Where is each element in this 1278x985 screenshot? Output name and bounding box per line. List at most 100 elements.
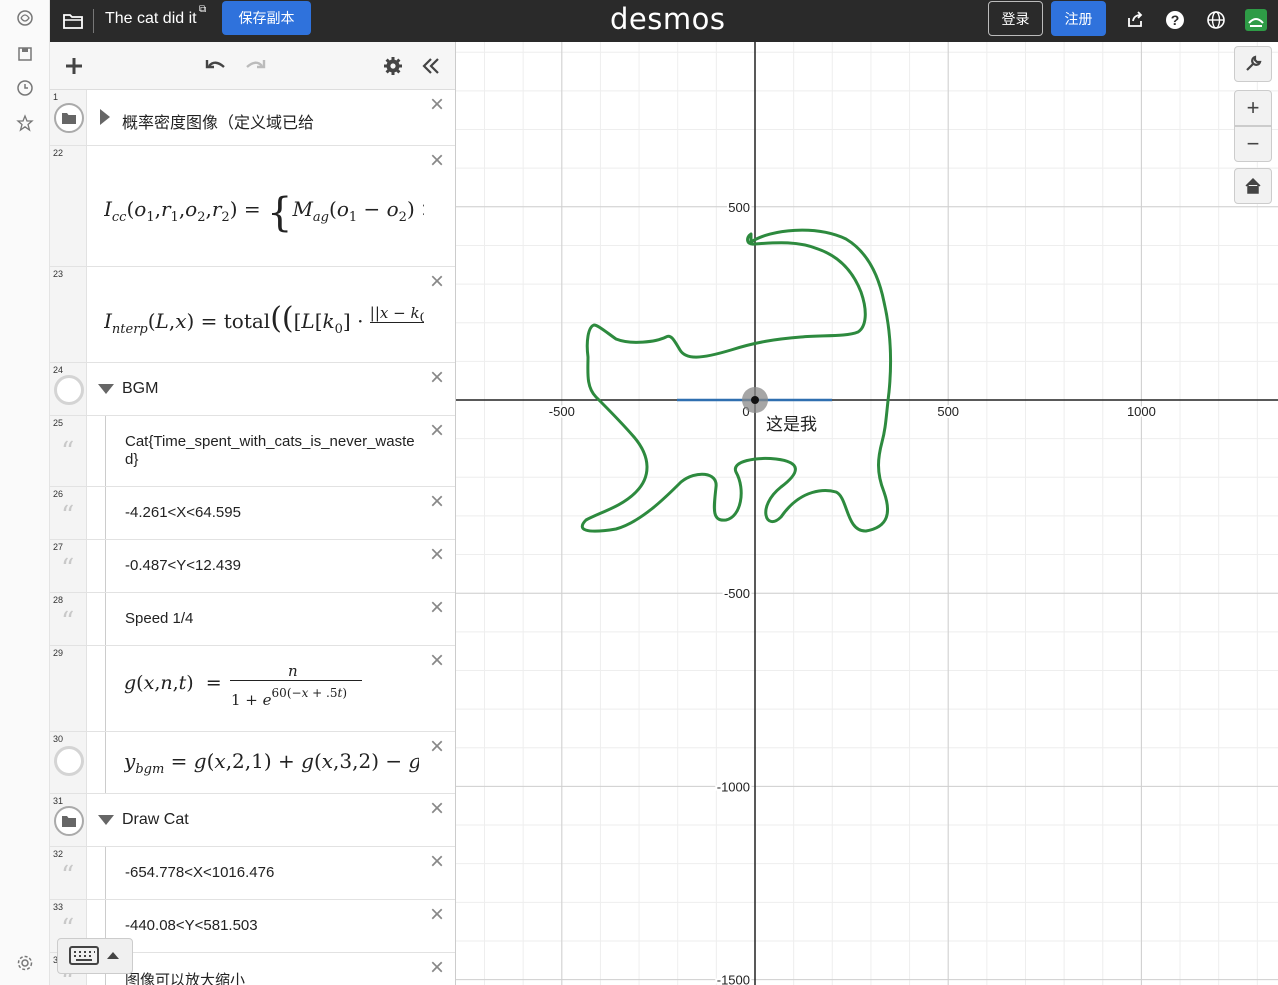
- note-row-26[interactable]: 26 “ -4.261<X<64.595 ×: [50, 487, 455, 540]
- row-gutter: 29: [50, 646, 87, 731]
- keyboard-toggle-button[interactable]: [57, 938, 133, 974]
- expression-row-30[interactable]: 30 ybgm = g(x,2,1) + g(x,3,2) − g(x,3 ×: [50, 732, 455, 794]
- major-gridlines: [456, 42, 1278, 985]
- expression-row-folder-draw-cat[interactable]: 31 Draw Cat ×: [50, 794, 455, 847]
- favorites-star-icon[interactable]: [13, 111, 37, 135]
- folder-toggle-icon[interactable]: [54, 103, 84, 133]
- math-expression-23[interactable]: Interp(L,x) = total(([L[k0] · ||x − k0| …: [104, 301, 424, 337]
- note-row-27[interactable]: 27 “ -0.487<Y<12.439 ×: [50, 540, 455, 593]
- row-number: 27: [53, 542, 64, 552]
- signup-button[interactable]: 注册: [1051, 1, 1106, 36]
- collapse-panel-icon[interactable]: [417, 52, 445, 80]
- note-text[interactable]: -654.778<X<1016.476: [125, 864, 274, 882]
- row-number: 29: [53, 648, 64, 658]
- note-row-25[interactable]: 25 “ Cat{Time_spent_with_cats_is_never_wa…: [50, 416, 455, 487]
- share-icon[interactable]: [1123, 8, 1147, 32]
- delete-item-icon[interactable]: ×: [427, 735, 447, 759]
- save-graph-icon[interactable]: [13, 42, 37, 66]
- settings-gear-icon[interactable]: [13, 951, 37, 975]
- default-view-home-icon[interactable]: [1234, 168, 1272, 204]
- save-copy-button[interactable]: 保存副本: [222, 1, 311, 35]
- note-row-28[interactable]: 28 “ Speed 1/4 ×: [50, 593, 455, 646]
- graph-canvas[interactable]: -500 0 500 1000500-500-1000-1500 这是我: [456, 42, 1278, 985]
- zoom-in-plus-icon[interactable]: +: [1234, 90, 1272, 126]
- undo-icon[interactable]: [202, 52, 230, 80]
- row-number: 23: [53, 269, 64, 279]
- help-icon[interactable]: ?: [1163, 8, 1187, 32]
- zoom-out-minus-icon[interactable]: −: [1234, 126, 1272, 162]
- note-text[interactable]: -4.261<X<64.595: [125, 504, 241, 522]
- x-tick-label: 500: [937, 404, 959, 419]
- note-quote-icon: “: [61, 501, 75, 531]
- row-number: 32: [53, 849, 64, 859]
- note-text[interactable]: Speed 1/4: [125, 610, 193, 628]
- y-tick-label: -500: [724, 586, 750, 601]
- login-button[interactable]: 登录: [988, 1, 1043, 36]
- collapse-folder-icon[interactable]: [98, 815, 114, 825]
- delete-item-icon[interactable]: ×: [427, 956, 447, 980]
- graph-paper[interactable]: -500 0 500 1000 500 -500 -1000 -1500 这是我: [456, 42, 1278, 985]
- math-expression-22[interactable]: Icc(o1,r1,o2,r2) = {Mag(o1 − o2) > r1: [104, 190, 424, 236]
- language-globe-icon[interactable]: [1204, 8, 1228, 32]
- origin-point[interactable]: [751, 396, 759, 404]
- expression-row-29[interactable]: 29 g(x,n,t) = n 1 + e60(−x + .5t) ×: [50, 646, 455, 732]
- history-clock-icon[interactable]: [13, 76, 37, 100]
- delete-item-icon[interactable]: ×: [427, 270, 447, 294]
- y-tick-label: -1500: [717, 973, 750, 985]
- y-tick-label: 500: [728, 200, 750, 215]
- note-text[interactable]: Cat{Time_spent_with_cats_is_never_wasted…: [125, 433, 415, 469]
- note-row-32[interactable]: 32 “ -654.778<X<1016.476 ×: [50, 847, 455, 900]
- expression-row-23[interactable]: 23 Interp(L,x) = total(([L[k0] · ||x − k…: [50, 267, 455, 363]
- svg-text:?: ?: [1171, 12, 1180, 28]
- graph-settings-gear-icon[interactable]: [379, 52, 407, 80]
- folder-label[interactable]: BGM: [122, 380, 158, 398]
- note-text[interactable]: -440.08<Y<581.503: [125, 917, 258, 935]
- folder-label[interactable]: Draw Cat: [122, 811, 189, 829]
- delete-item-icon[interactable]: ×: [427, 596, 447, 620]
- cat-outline-curve[interactable]: [580, 228, 893, 533]
- delete-item-icon[interactable]: ×: [427, 490, 447, 514]
- graph-title[interactable]: The cat did it: [105, 10, 197, 28]
- note-text[interactable]: 图像可以放大缩小: [125, 972, 245, 985]
- note-quote-icon: “: [61, 437, 75, 467]
- note-quote-icon: “: [61, 861, 75, 891]
- ai-assistant-icon[interactable]: [13, 6, 37, 30]
- folder-indent-bar: [105, 487, 106, 539]
- redo-icon[interactable]: [241, 52, 269, 80]
- expression-row-22[interactable]: 22 Icc(o1,r1,o2,r2) = {Mag(o1 − o2) > r1…: [50, 146, 455, 267]
- delete-item-icon[interactable]: ×: [427, 850, 447, 874]
- delete-item-icon[interactable]: ×: [427, 419, 447, 443]
- collapse-folder-icon[interactable]: [98, 384, 114, 394]
- hidden-visibility-circle-icon[interactable]: [54, 375, 84, 405]
- expression-row-folder-1[interactable]: 1 概率密度图像（定义域已给 ×: [50, 90, 455, 146]
- folder-label[interactable]: 概率密度图像（定义域已给: [122, 109, 314, 133]
- folder-indent-bar: [105, 847, 106, 899]
- user-avatar-icon[interactable]: [1244, 8, 1268, 32]
- delete-item-icon[interactable]: ×: [427, 366, 447, 390]
- folder-toggle-icon[interactable]: [54, 806, 84, 836]
- note-text[interactable]: -0.487<Y<12.439: [125, 557, 241, 575]
- title-separator: [93, 9, 94, 33]
- delete-item-icon[interactable]: ×: [427, 543, 447, 567]
- expand-folder-icon[interactable]: [100, 109, 110, 125]
- open-graph-folder-icon[interactable]: [60, 8, 86, 34]
- add-item-plus-icon[interactable]: [60, 52, 88, 80]
- row-number: 1: [53, 92, 59, 102]
- expression-row-folder-bgm[interactable]: 24 BGM ×: [50, 363, 455, 416]
- delete-item-icon[interactable]: ×: [427, 149, 447, 173]
- delete-item-icon[interactable]: ×: [427, 903, 447, 927]
- folder-indent-bar: [105, 593, 106, 645]
- math-expression-30[interactable]: ybgm = g(x,2,1) + g(x,3,2) − g(x,3: [124, 749, 419, 777]
- hidden-visibility-circle-icon[interactable]: [54, 746, 84, 776]
- math-expression-29[interactable]: g(x,n,t) = n 1 + e60(−x + .5t): [124, 664, 424, 724]
- delete-item-icon[interactable]: ×: [427, 797, 447, 821]
- row-number: 31: [53, 796, 64, 806]
- delete-item-icon[interactable]: ×: [427, 649, 447, 673]
- keyboard-icon: [69, 946, 119, 965]
- row-number: 25: [53, 418, 64, 428]
- graph-settings-wrench-icon[interactable]: [1234, 46, 1272, 82]
- folder-indent-bar: [105, 732, 106, 793]
- row-number: 24: [53, 365, 64, 375]
- x-tick-label: 1000: [1127, 404, 1156, 419]
- delete-item-icon[interactable]: ×: [427, 93, 447, 117]
